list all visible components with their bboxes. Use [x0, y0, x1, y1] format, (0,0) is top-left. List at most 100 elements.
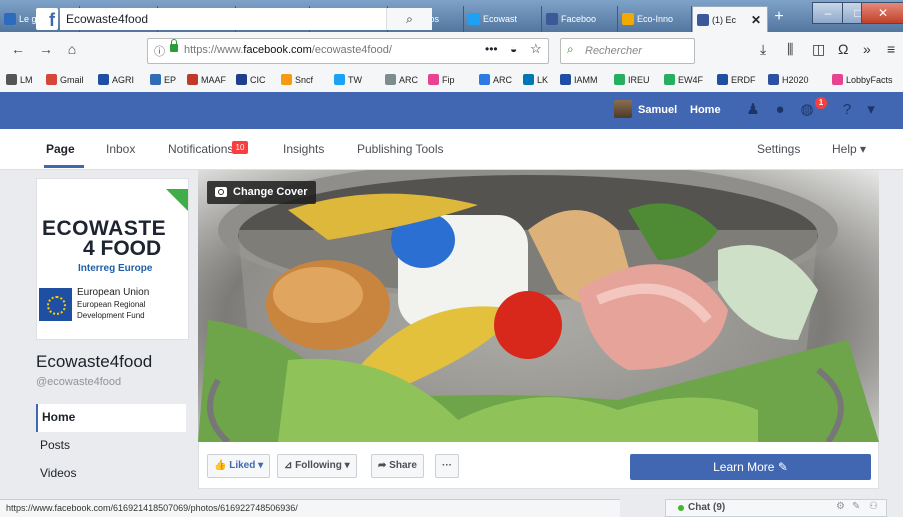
bookmark-favicon-icon: [614, 74, 625, 85]
close-tab-icon[interactable]: ✕: [751, 13, 761, 27]
bookmark-item[interactable]: LobbyFacts: [832, 74, 893, 85]
avatar[interactable]: [614, 100, 632, 118]
bookmark-item[interactable]: ARC: [385, 74, 418, 85]
home-icon[interactable]: ⌂: [62, 41, 82, 57]
page-action-bar: 👍 Liked ▾ ⊿ Following ▾ ➦ Share ··· Lear…: [198, 442, 879, 489]
bookmark-item[interactable]: Fip: [428, 74, 455, 85]
facebook-search[interactable]: ⌕: [60, 8, 432, 30]
tab-settings[interactable]: Settings: [757, 142, 800, 156]
learn-more-label: Learn More: [713, 460, 775, 474]
bookmark-item[interactable]: LK: [523, 74, 548, 85]
new-tab-button[interactable]: +: [770, 8, 788, 26]
profile-picture[interactable]: ECOWASTE 4 FOOD Interreg Europe European…: [36, 178, 189, 340]
share-label: Share: [389, 460, 417, 471]
overflow-icon[interactable]: »: [863, 41, 871, 57]
tab-notifications[interactable]: Notifications: [168, 142, 233, 156]
tab-label: Faceboo: [561, 14, 597, 24]
facebook-search-input[interactable]: [66, 12, 396, 26]
cover-photo[interactable]: [198, 170, 879, 442]
change-cover-button[interactable]: Change Cover: [207, 181, 316, 204]
account-menu-icon[interactable]: ▾: [862, 101, 880, 119]
bookmark-item[interactable]: Sncf: [281, 74, 313, 85]
left-nav-posts[interactable]: Posts: [36, 432, 186, 460]
tab-favicon-icon: [468, 13, 480, 25]
page-tabs: Page Inbox Notifications Insights Publis…: [0, 129, 903, 170]
forward-icon[interactable]: →: [36, 41, 56, 57]
chat-bar[interactable]: Chat (9) ⚙ ✎ ⚇: [665, 499, 887, 517]
share-button[interactable]: ➦ Share: [371, 454, 424, 478]
bookmark-favicon-icon: [187, 74, 198, 85]
notifications-globe-icon[interactable]: ◍: [798, 101, 816, 119]
friend-requests-icon[interactable]: ♟: [744, 101, 762, 119]
bookmark-item[interactable]: IAMM: [560, 74, 598, 85]
logo-corner-mark: [166, 189, 188, 211]
bookmark-item[interactable]: Gmail: [46, 74, 84, 85]
logo-eu-line2: European Regional: [77, 300, 146, 309]
status-bar-url: https://www.facebook.com/616921418507069…: [0, 499, 620, 517]
search-icon: ⌕: [406, 12, 413, 26]
address-bar[interactable]: ⓘ https://www.facebook.com/ecowaste4food…: [147, 38, 549, 64]
bookmark-favicon-icon: [98, 74, 109, 85]
tab-label: (1) Ec: [712, 14, 737, 25]
left-nav-home[interactable]: Home: [36, 404, 186, 432]
pocket-icon[interactable]: ◒: [510, 42, 517, 56]
library-icon[interactable]: ⫼: [787, 41, 793, 58]
share-arrow-icon: ➦: [378, 460, 387, 471]
page-handle[interactable]: @ecowaste4food: [36, 376, 121, 388]
info-icon[interactable]: ⓘ: [154, 43, 165, 59]
bookmark-item[interactable]: H2020: [768, 74, 809, 85]
liked-button[interactable]: 👍 Liked ▾: [207, 454, 271, 478]
facebook-logo-icon[interactable]: f: [36, 8, 58, 30]
bookmark-item[interactable]: ERDF: [717, 74, 756, 85]
page-name[interactable]: Ecowaste4food: [36, 352, 152, 372]
notification-badge: 1: [815, 97, 827, 109]
bookmark-item[interactable]: LM: [6, 74, 33, 85]
tab-page[interactable]: Page: [46, 142, 75, 156]
more-options-button[interactable]: ···: [435, 454, 459, 478]
tab-help[interactable]: Help ▾: [832, 142, 866, 156]
bookmark-favicon-icon: [664, 74, 675, 85]
download-icon[interactable]: ⤓: [760, 41, 766, 58]
learn-more-button[interactable]: Learn More ✎: [630, 454, 871, 480]
minimize-button[interactable]: –: [812, 2, 844, 24]
tab-publishing-tools[interactable]: Publishing Tools: [357, 142, 444, 156]
home-link[interactable]: Home: [690, 104, 721, 116]
bookmark-star-icon[interactable]: ☆: [530, 41, 542, 57]
sidebar-icon[interactable]: ◫: [812, 41, 825, 58]
bookmark-item[interactable]: MAAF: [187, 74, 226, 85]
logo-interreg: Interreg Europe: [78, 263, 153, 274]
chat-settings-icon[interactable]: ⚙: [836, 501, 845, 512]
tab-insights[interactable]: Insights: [283, 142, 324, 156]
browser-search-box[interactable]: ⌕ Rechercher: [560, 38, 695, 64]
left-nav-videos[interactable]: Videos: [36, 460, 186, 488]
bookmark-item[interactable]: ARC: [479, 74, 512, 85]
chat-group-icon[interactable]: ⚇: [869, 501, 878, 512]
bookmark-item[interactable]: CIC: [236, 74, 266, 85]
facebook-search-button[interactable]: ⌕: [386, 8, 432, 30]
logo-eu-line1: European Union: [77, 287, 150, 298]
back-icon[interactable]: ←: [8, 41, 28, 57]
close-window-button[interactable]: ✕: [861, 2, 903, 24]
menu-icon[interactable]: ≡: [887, 41, 895, 57]
online-status-dot: [678, 505, 684, 511]
profile-link[interactable]: Samuel: [638, 104, 677, 116]
bookmark-item[interactable]: IREU: [614, 74, 650, 85]
bookmark-item[interactable]: TW: [334, 74, 362, 85]
tab-inbox[interactable]: Inbox: [106, 142, 135, 156]
page-actions-icon[interactable]: •••: [485, 42, 498, 56]
sync-icon[interactable]: Ω: [838, 41, 848, 57]
bookmark-favicon-icon: [150, 74, 161, 85]
help-icon[interactable]: ?: [838, 101, 856, 119]
bookmark-item[interactable]: EW4F: [664, 74, 703, 85]
bookmark-item[interactable]: AGRI: [98, 74, 134, 85]
bookmark-label: LobbyFacts: [846, 74, 893, 85]
browser-tab[interactable]: (1) Ec ✕: [692, 6, 768, 32]
chat-compose-icon[interactable]: ✎: [852, 501, 860, 512]
bookmark-label: ARC: [399, 74, 419, 85]
messenger-icon[interactable]: ●: [771, 101, 789, 119]
bookmark-item[interactable]: EP: [150, 74, 176, 85]
browser-tab[interactable]: Ecowast: [464, 6, 542, 32]
browser-tab[interactable]: Faceboo: [542, 6, 618, 32]
following-button[interactable]: ⊿ Following ▾: [277, 454, 357, 478]
browser-tab[interactable]: Eco-Inno: [618, 6, 692, 32]
